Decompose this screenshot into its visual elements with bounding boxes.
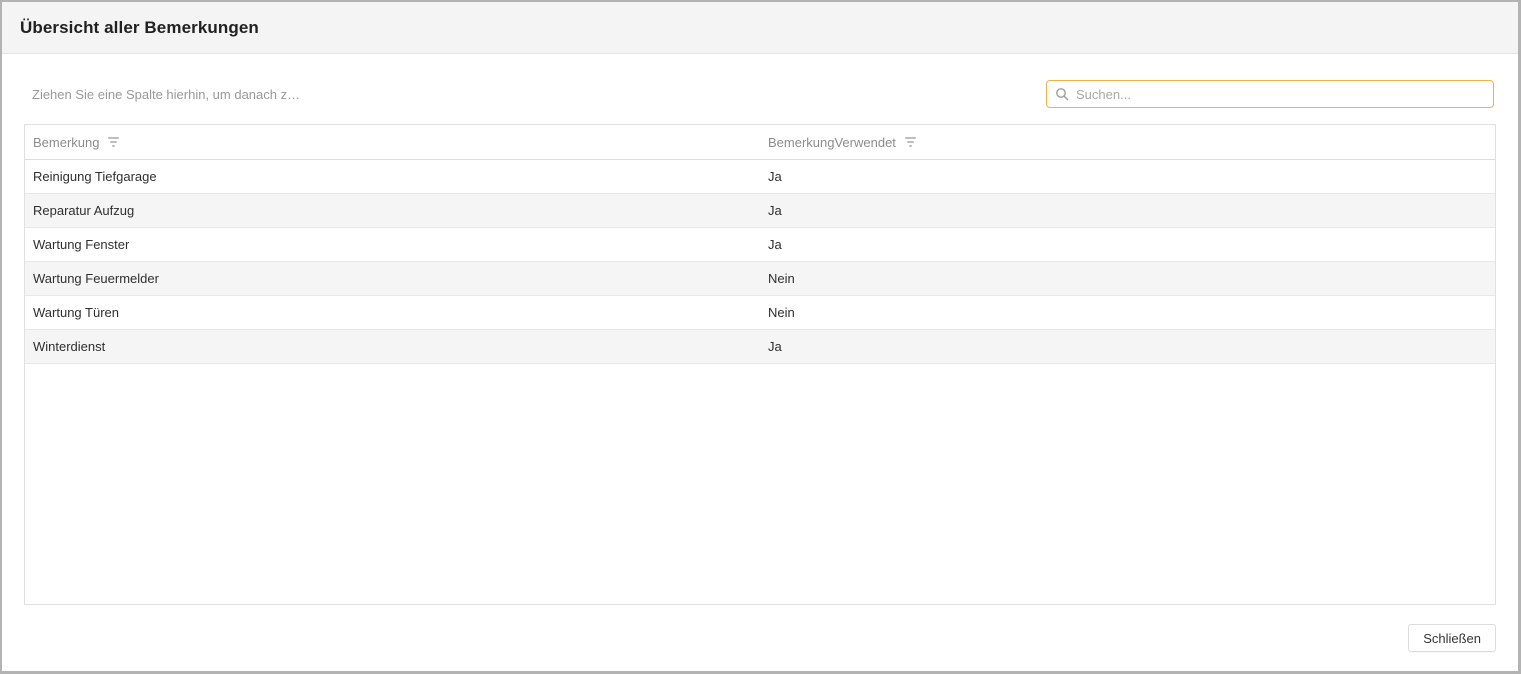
filter-icon[interactable] bbox=[106, 135, 121, 149]
column-header-label: Bemerkung bbox=[33, 134, 100, 150]
page-title: Übersicht aller Bemerkungen bbox=[20, 17, 259, 37]
cell-bemerkung: Winterdienst bbox=[33, 339, 106, 354]
cell-verwendet: Nein bbox=[768, 305, 795, 320]
data-grid: Bemerkung BemerkungVerwendet Reinigung T… bbox=[24, 124, 1496, 605]
cell-verwendet: Nein bbox=[768, 271, 795, 286]
cell-bemerkung: Wartung Türen bbox=[33, 305, 119, 320]
grid-rows: Reinigung Tiefgarage Ja Reparatur Aufzug… bbox=[25, 160, 1495, 604]
cell-bemerkung: Wartung Feuermelder bbox=[33, 271, 159, 286]
dialog-footer: Schließen bbox=[2, 605, 1518, 671]
search-icon bbox=[1056, 88, 1069, 101]
column-header-bemerkungverwendet[interactable]: BemerkungVerwendet bbox=[760, 125, 1495, 159]
table-row[interactable]: Wartung Türen Nein bbox=[25, 296, 1495, 330]
cell-bemerkung: Wartung Fenster bbox=[33, 237, 130, 252]
table-row[interactable]: Winterdienst Ja bbox=[25, 330, 1495, 364]
close-button[interactable]: Schließen bbox=[1408, 624, 1496, 652]
cell-verwendet: Ja bbox=[768, 203, 782, 218]
cell-bemerkung: Reparatur Aufzug bbox=[33, 203, 135, 218]
search-box bbox=[1046, 80, 1494, 108]
table-row[interactable]: Reparatur Aufzug Ja bbox=[25, 194, 1495, 228]
column-header-bemerkung[interactable]: Bemerkung bbox=[25, 125, 760, 159]
filter-icon[interactable] bbox=[903, 135, 918, 149]
grid-toolbar: Ziehen Sie eine Spalte hierhin, um danac… bbox=[2, 54, 1518, 124]
grid-header-row: Bemerkung BemerkungVerwendet bbox=[25, 125, 1495, 160]
cell-verwendet: Ja bbox=[768, 237, 782, 252]
cell-verwendet: Ja bbox=[768, 169, 782, 184]
column-header-label: BemerkungVerwendet bbox=[768, 134, 896, 150]
dialog-window: Übersicht aller Bemerkungen Ziehen Sie e… bbox=[0, 0, 1521, 674]
cell-bemerkung: Reinigung Tiefgarage bbox=[33, 169, 157, 184]
group-panel[interactable]: Ziehen Sie eine Spalte hierhin, um danac… bbox=[32, 87, 300, 102]
dialog-header: Übersicht aller Bemerkungen bbox=[2, 2, 1518, 54]
search-input[interactable] bbox=[1076, 86, 1485, 102]
table-row[interactable]: Wartung Feuermelder Nein bbox=[25, 262, 1495, 296]
table-row[interactable]: Reinigung Tiefgarage Ja bbox=[25, 160, 1495, 194]
cell-verwendet: Ja bbox=[768, 339, 782, 354]
table-row[interactable]: Wartung Fenster Ja bbox=[25, 228, 1495, 262]
